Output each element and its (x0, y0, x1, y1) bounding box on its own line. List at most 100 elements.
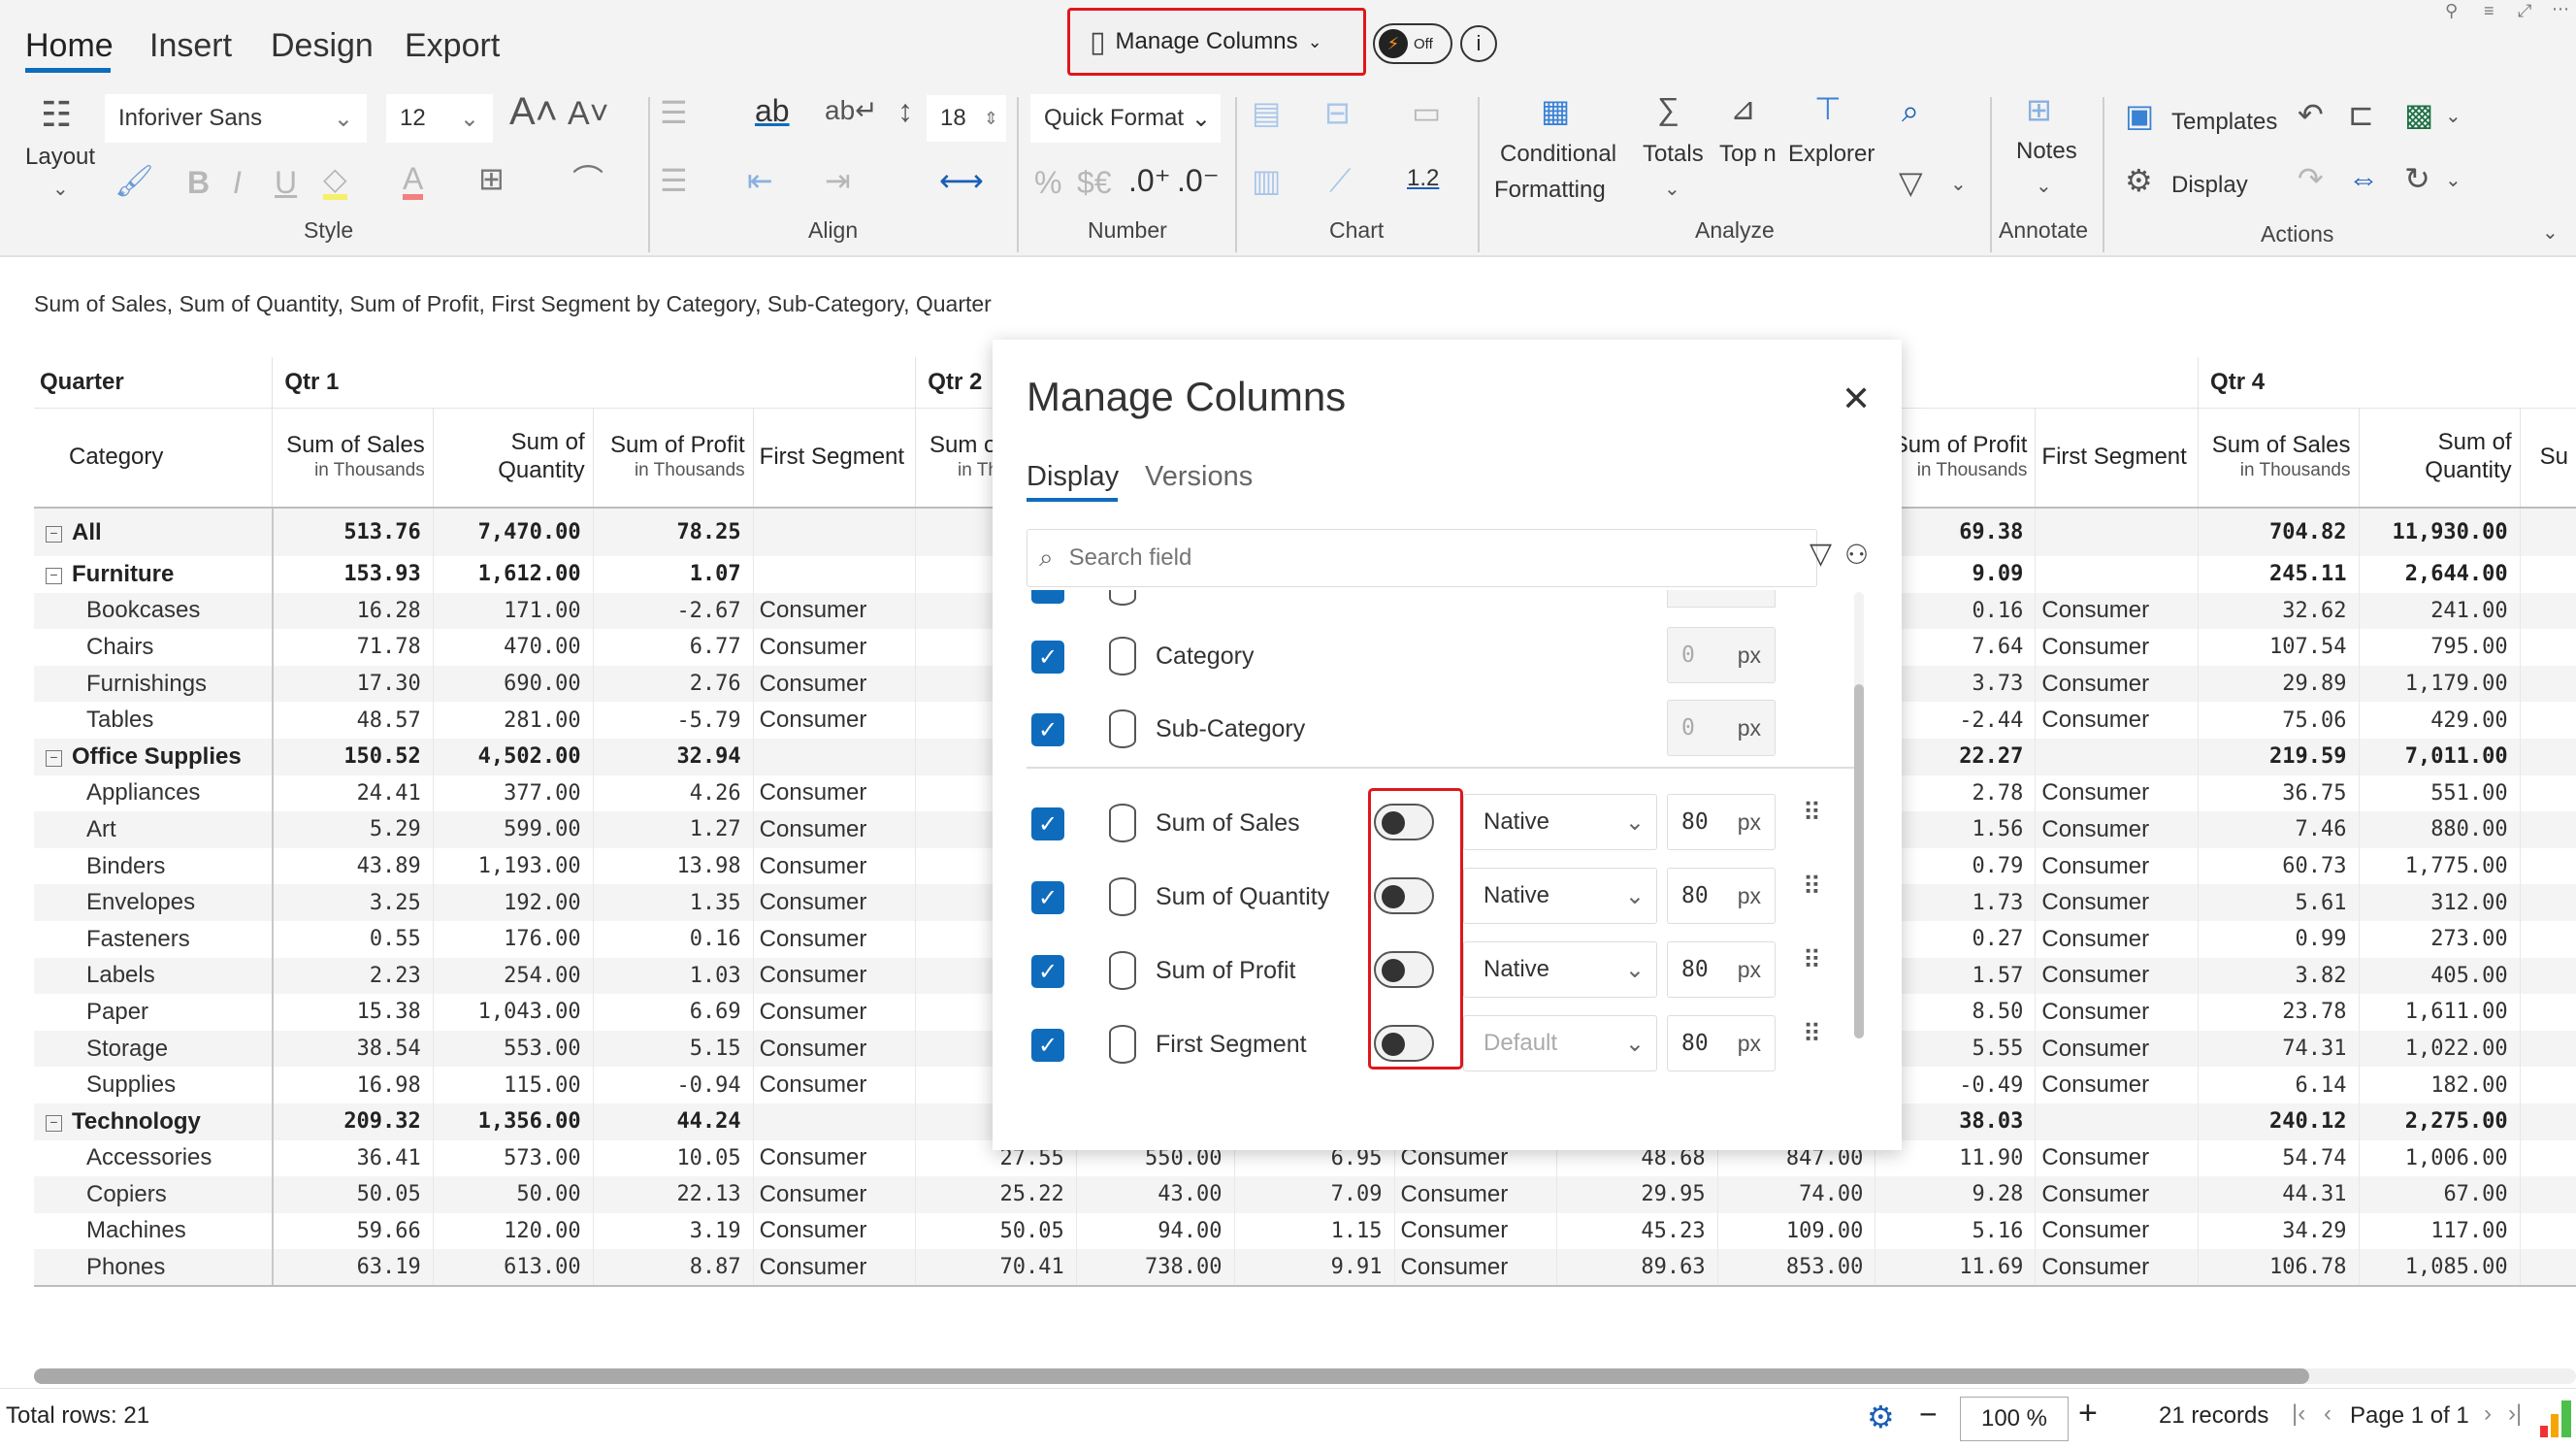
value-cell[interactable]: 59.66 (272, 1212, 434, 1250)
italic-icon[interactable]: I (233, 167, 242, 198)
value-cell[interactable]: 5.16 (1875, 1212, 2036, 1250)
value-cell[interactable]: 553.00 (432, 1030, 594, 1068)
tab-export[interactable]: Export (405, 27, 500, 65)
value-cell[interactable]: 4.26 (592, 774, 754, 812)
value-cell[interactable]: 11.69 (1875, 1249, 2036, 1287)
explorer-icon[interactable]: ⊤ (1814, 93, 1842, 124)
segment-cell[interactable]: Consumer (752, 665, 916, 703)
value-cell[interactable]: 240.12 (2198, 1103, 2359, 1140)
chevron-down-icon[interactable]: ⌄ (1664, 180, 1680, 199)
filter-icon[interactable]: ▽ (1899, 167, 1923, 198)
value-cell[interactable]: 192.00 (432, 884, 594, 921)
value-cell[interactable]: 7,470.00 (432, 508, 594, 556)
segment-cell[interactable]: Consumer (2035, 847, 2199, 885)
font-family-select[interactable]: Inforiver Sans ⌄ (105, 94, 367, 143)
row-header[interactable]: − Furniture (34, 556, 274, 593)
row-header[interactable]: Bookcases (34, 592, 274, 630)
value-cell[interactable] (2519, 1139, 2576, 1177)
redo-icon[interactable]: ↷ (2298, 163, 2324, 194)
filter-icon[interactable]: ▽ (1810, 537, 1832, 571)
value-cell[interactable]: 9.28 (1875, 1176, 2036, 1213)
value-cell[interactable]: 9.91 (1233, 1249, 1395, 1287)
table-row[interactable]: Copiers 50.05 50.00 22.13 Consumer 25.22 43.00… (34, 1176, 2576, 1213)
value-cell[interactable]: 74.31 (2198, 1030, 2359, 1068)
value-cell[interactable]: 0.16 (592, 920, 754, 958)
row-header[interactable]: Labels (34, 957, 274, 995)
row-header[interactable]: Storage (34, 1030, 274, 1068)
width-input[interactable]: 80 px (1667, 794, 1776, 850)
templates-label[interactable]: Templates (2171, 109, 2277, 136)
value-cell[interactable]: 219.59 (2198, 738, 2359, 775)
value-cell[interactable]: 1.35 (592, 884, 754, 921)
value-cell[interactable]: 117.00 (2358, 1212, 2521, 1250)
font-size-select[interactable]: 12 ⌄ (386, 94, 493, 143)
value-cell[interactable] (2519, 847, 2576, 885)
value-cell[interactable] (2519, 884, 2576, 921)
value-cell[interactable]: 3.25 (272, 884, 434, 921)
quarter-header[interactable]: Qtr 4 (2198, 357, 2576, 409)
value-cell[interactable]: 74.00 (1716, 1176, 1875, 1213)
value-cell[interactable]: 513.76 (272, 508, 434, 556)
row-header[interactable]: Chairs (34, 629, 274, 666)
explorer-label[interactable]: Explorer (1788, 141, 1875, 168)
last-page-icon[interactable]: ›| (2508, 1400, 2522, 1428)
value-cell[interactable]: 54.74 (2198, 1139, 2359, 1177)
row-header[interactable]: − All (34, 508, 274, 556)
segment-cell[interactable]: Consumer (752, 629, 916, 666)
segment-cell[interactable] (752, 1103, 916, 1140)
value-cell[interactable]: 5.29 (272, 811, 434, 848)
value-cell[interactable]: 43.00 (1075, 1176, 1234, 1213)
segment-cell[interactable]: Consumer (2035, 665, 2199, 703)
segment-cell[interactable]: Consumer (752, 1249, 916, 1287)
value-cell[interactable]: 3.82 (2198, 957, 2359, 995)
row-height-input[interactable]: 18 ⇕ (927, 95, 1006, 142)
value-cell[interactable]: 4,502.00 (432, 738, 594, 775)
search-field[interactable]: ⌕ (1027, 529, 1817, 587)
bold-icon[interactable]: B (187, 167, 210, 198)
add-note-icon[interactable]: ⊞ (2026, 94, 2052, 125)
segment-cell[interactable]: Consumer (1393, 1212, 1557, 1250)
increase-font-icon[interactable]: A˄ (509, 92, 558, 131)
chevron-down-icon[interactable]: ⌄ (2036, 177, 2052, 196)
value-cell[interactable]: 16.28 (272, 592, 434, 630)
value-cell[interactable]: 405.00 (2358, 957, 2521, 995)
value-cell[interactable]: 182.00 (2358, 1067, 2521, 1103)
width-input[interactable]: 80 px (1667, 868, 1776, 924)
value-cell[interactable]: 150.52 (272, 738, 434, 775)
value-cell[interactable]: 44.31 (2198, 1176, 2359, 1213)
checkbox[interactable]: ✓ (1031, 807, 1064, 840)
column-width-icon[interactable]: ⟷ (939, 165, 984, 196)
tab-insert[interactable]: Insert (149, 27, 232, 65)
column-header-profit[interactable]: Sum of Profitin Thousands (592, 408, 754, 509)
drag-handle-icon[interactable]: ⠿ (1803, 800, 1821, 824)
segment-cell[interactable]: Consumer (752, 957, 916, 995)
segment-cell[interactable]: Consumer (2035, 1249, 2199, 1287)
value-cell[interactable]: 1,775.00 (2358, 847, 2521, 885)
value-cell[interactable]: 8.87 (592, 1249, 754, 1287)
value-cell[interactable]: 5.15 (592, 1030, 754, 1068)
align-horizontal-icon[interactable]: ☰ (660, 97, 688, 128)
width-input[interactable]: 0 px (1667, 627, 1776, 683)
collapse-icon[interactable]: − (46, 567, 62, 584)
value-cell[interactable] (2519, 702, 2576, 739)
value-cell[interactable]: 32.62 (2198, 592, 2359, 630)
value-cell[interactable]: 171.00 (432, 592, 594, 630)
chevron-down-icon[interactable]: ⌄ (2445, 107, 2462, 126)
value-cell[interactable]: 853.00 (1716, 1249, 1875, 1287)
row-header[interactable]: Copiers (34, 1176, 274, 1213)
value-cell[interactable]: 50.05 (915, 1212, 1077, 1250)
value-cell[interactable]: 94.00 (1075, 1212, 1234, 1250)
value-cell[interactable]: 120.00 (432, 1212, 594, 1250)
layout-icon[interactable]: ☷ (41, 97, 72, 132)
value-cell[interactable] (2519, 994, 2576, 1031)
value-cell[interactable]: 45.23 (1556, 1212, 1718, 1250)
templates-icon[interactable]: ▣ (2125, 100, 2154, 131)
pin-icon[interactable]: ⚲ (2445, 2, 2458, 19)
value-cell[interactable]: 690.00 (432, 665, 594, 703)
value-cell[interactable]: 15.38 (272, 994, 434, 1031)
conditional-formatting-icon[interactable]: ▦ (1541, 95, 1570, 126)
value-cell[interactable]: 50.05 (272, 1176, 434, 1213)
value-cell[interactable] (2519, 957, 2576, 995)
value-cell[interactable]: 6.77 (592, 629, 754, 666)
search-input[interactable] (1068, 544, 1748, 572)
